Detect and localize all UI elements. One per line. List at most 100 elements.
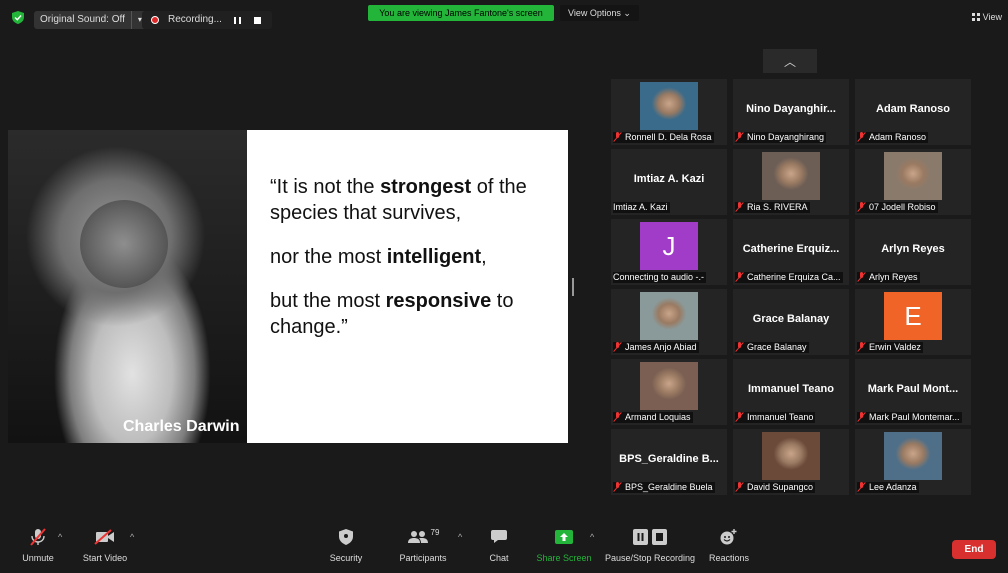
pause-stop-recording-label: Pause/Stop Recording <box>604 553 696 563</box>
view-button[interactable]: View <box>971 12 1002 22</box>
gallery-scroll-up-button[interactable]: ︿ <box>763 49 817 73</box>
mic-muted-icon <box>613 482 622 492</box>
unmute-button[interactable]: Unmute <box>18 526 58 563</box>
mic-muted-icon <box>735 482 744 492</box>
recording-indicator: Recording... <box>142 11 272 29</box>
participant-name: BPS_Geraldine Buela <box>625 482 713 492</box>
participant-name: Grace Balanay <box>747 342 807 352</box>
recording-label: Recording... <box>168 14 222 25</box>
participant-tile[interactable]: David Supangco <box>733 429 849 495</box>
participant-tile[interactable]: Grace Balanay Grace Balanay <box>733 289 849 355</box>
participant-tile[interactable]: Ria S. RIVERA <box>733 149 849 215</box>
mic-muted-icon <box>857 342 866 352</box>
mic-muted-icon <box>857 132 866 142</box>
participants-chevron-icon[interactable]: ^ <box>458 532 462 542</box>
participant-tile[interactable]: Immanuel Teano Immanuel Teano <box>733 359 849 425</box>
audio-options-chevron-icon[interactable]: ^ <box>58 532 62 542</box>
video-options-chevron-icon[interactable]: ^ <box>130 532 134 542</box>
chevron-down-icon[interactable]: ▾ <box>130 11 142 29</box>
participant-tile[interactable]: BPS_Geraldine B... BPS_Geraldine Buela <box>611 429 727 495</box>
view-options-button[interactable]: View Options ⌄ <box>560 5 639 21</box>
security-button[interactable]: Security <box>326 526 366 563</box>
participant-initial-avatar: J <box>640 222 698 270</box>
mic-muted-icon <box>735 132 744 142</box>
participant-video <box>640 292 698 340</box>
chat-label: Chat <box>489 553 509 563</box>
share-screen-label: Share Screen <box>536 553 592 563</box>
share-options-chevron-icon[interactable]: ^ <box>590 532 594 542</box>
view-label: View <box>982 12 1002 22</box>
participant-name-label: Nino Dayanghirang <box>735 132 827 143</box>
share-screen-button[interactable]: Share Screen <box>536 526 592 563</box>
participants-label: Participants <box>399 553 447 563</box>
participants-button[interactable]: 79 Participants <box>388 526 458 563</box>
quote-line-1: “It is not the strongest of the species … <box>270 176 527 224</box>
start-video-label: Start Video <box>82 553 128 563</box>
participant-tile[interactable]: Ronnell D. Dela Rosa <box>611 79 727 145</box>
participant-name: Adam Ranoso <box>869 132 927 142</box>
darwin-portrait: Charles Darwin <box>8 130 247 443</box>
reactions-button[interactable]: Reactions <box>706 526 752 563</box>
unmute-label: Unmute <box>22 553 54 563</box>
participant-tile[interactable]: J Connecting to audio -.- <box>611 219 727 285</box>
participant-video <box>640 362 698 410</box>
participant-name: James Anjo Abiad <box>625 342 697 352</box>
participant-tile[interactable]: Arlyn Reyes Arlyn Reyes <box>855 219 971 285</box>
participant-tile[interactable]: 07 Jodell Robiso <box>855 149 971 215</box>
mic-muted-icon <box>735 342 744 352</box>
participant-name-label: Immanuel Teano <box>735 412 816 423</box>
mic-muted-icon <box>613 412 622 422</box>
mic-muted-icon <box>857 482 866 492</box>
security-shield-icon <box>339 529 353 545</box>
pause-stop-recording-button[interactable]: Pause/Stop Recording <box>604 526 696 563</box>
participant-name: Arlyn Reyes <box>869 272 918 282</box>
mic-muted-icon <box>735 272 744 282</box>
top-bar: Original Sound: Off ▾ Recording... You ar… <box>0 0 1008 34</box>
portrait-caption: Charles Darwin <box>123 418 240 435</box>
stop-icon[interactable] <box>254 17 261 24</box>
resize-handle[interactable] <box>572 278 574 296</box>
participant-name-label: Erwin Valdez <box>857 342 923 353</box>
mic-muted-icon <box>613 132 622 142</box>
participant-video <box>884 152 942 200</box>
participant-tile[interactable]: Armand Loquias <box>611 359 727 425</box>
mic-muted-icon <box>735 412 744 422</box>
quote-text: “It is not the strongest of the species … <box>270 174 560 358</box>
participant-tile[interactable]: Imtiaz A. Kazi Imtiaz A. Kazi <box>611 149 727 215</box>
participant-name: Connecting to audio -.- <box>613 272 705 282</box>
participant-name: David Supangco <box>747 482 814 492</box>
shield-icon[interactable] <box>12 11 24 24</box>
participant-name: Armand Loquias <box>625 412 691 422</box>
grid-icon <box>971 13 980 21</box>
participant-initial-avatar: E <box>884 292 942 340</box>
original-sound-button[interactable]: Original Sound: Off ▾ <box>34 11 148 29</box>
participant-tile[interactable]: Mark Paul Mont... Mark Paul Montemar... <box>855 359 971 425</box>
reactions-label: Reactions <box>708 553 750 563</box>
participant-tile[interactable]: Adam Ranoso Adam Ranoso <box>855 79 971 145</box>
mic-muted-icon <box>857 412 866 422</box>
meeting-toolbar: Unmute ^ Start Video ^ Security 79 Parti… <box>0 526 1008 573</box>
chat-button[interactable]: Chat <box>482 526 516 563</box>
participant-tile[interactable]: Nino Dayanghir... Nino Dayanghirang <box>733 79 849 145</box>
participant-name-label: Lee Adanza <box>857 482 919 493</box>
participant-name-label: Ronnell D. Dela Rosa <box>613 132 714 143</box>
participant-tile[interactable]: E Erwin Valdez <box>855 289 971 355</box>
start-video-button[interactable]: Start Video <box>80 526 130 563</box>
participant-display-name: Grace Balanay <box>752 313 830 325</box>
participant-tile[interactable]: Catherine Erquiz... Catherine Erquiza Ca.… <box>733 219 849 285</box>
participant-name: Catherine Erquiza Ca... <box>747 272 841 282</box>
participant-tile[interactable]: James Anjo Abiad <box>611 289 727 355</box>
participant-name: Ronnell D. Dela Rosa <box>625 132 712 142</box>
end-meeting-button[interactable]: End <box>952 540 996 559</box>
participant-display-name: Nino Dayanghir... <box>746 103 836 115</box>
participant-tile[interactable]: Lee Adanza <box>855 429 971 495</box>
participant-name-label: 07 Jodell Robiso <box>857 202 938 213</box>
participant-name-label: BPS_Geraldine Buela <box>613 482 715 493</box>
pause-icon[interactable] <box>234 17 241 24</box>
participant-name-label: James Anjo Abiad <box>613 342 699 353</box>
participant-name: Mark Paul Montemar... <box>869 412 960 422</box>
viewing-banner: You are viewing James Fantone's screen <box>368 5 554 21</box>
participant-display-name: Catherine Erquiz... <box>742 243 840 255</box>
mic-muted-icon <box>735 202 744 212</box>
smiley-plus-icon <box>720 529 737 545</box>
